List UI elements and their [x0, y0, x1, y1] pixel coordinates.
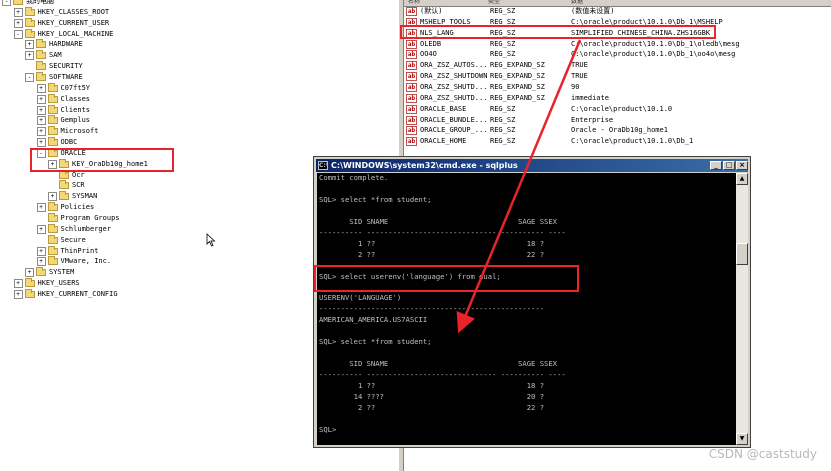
annotation-arrow — [456, 39, 582, 334]
mouse-cursor-icon — [206, 233, 216, 247]
watermark: CSDN @caststudy — [708, 447, 817, 461]
